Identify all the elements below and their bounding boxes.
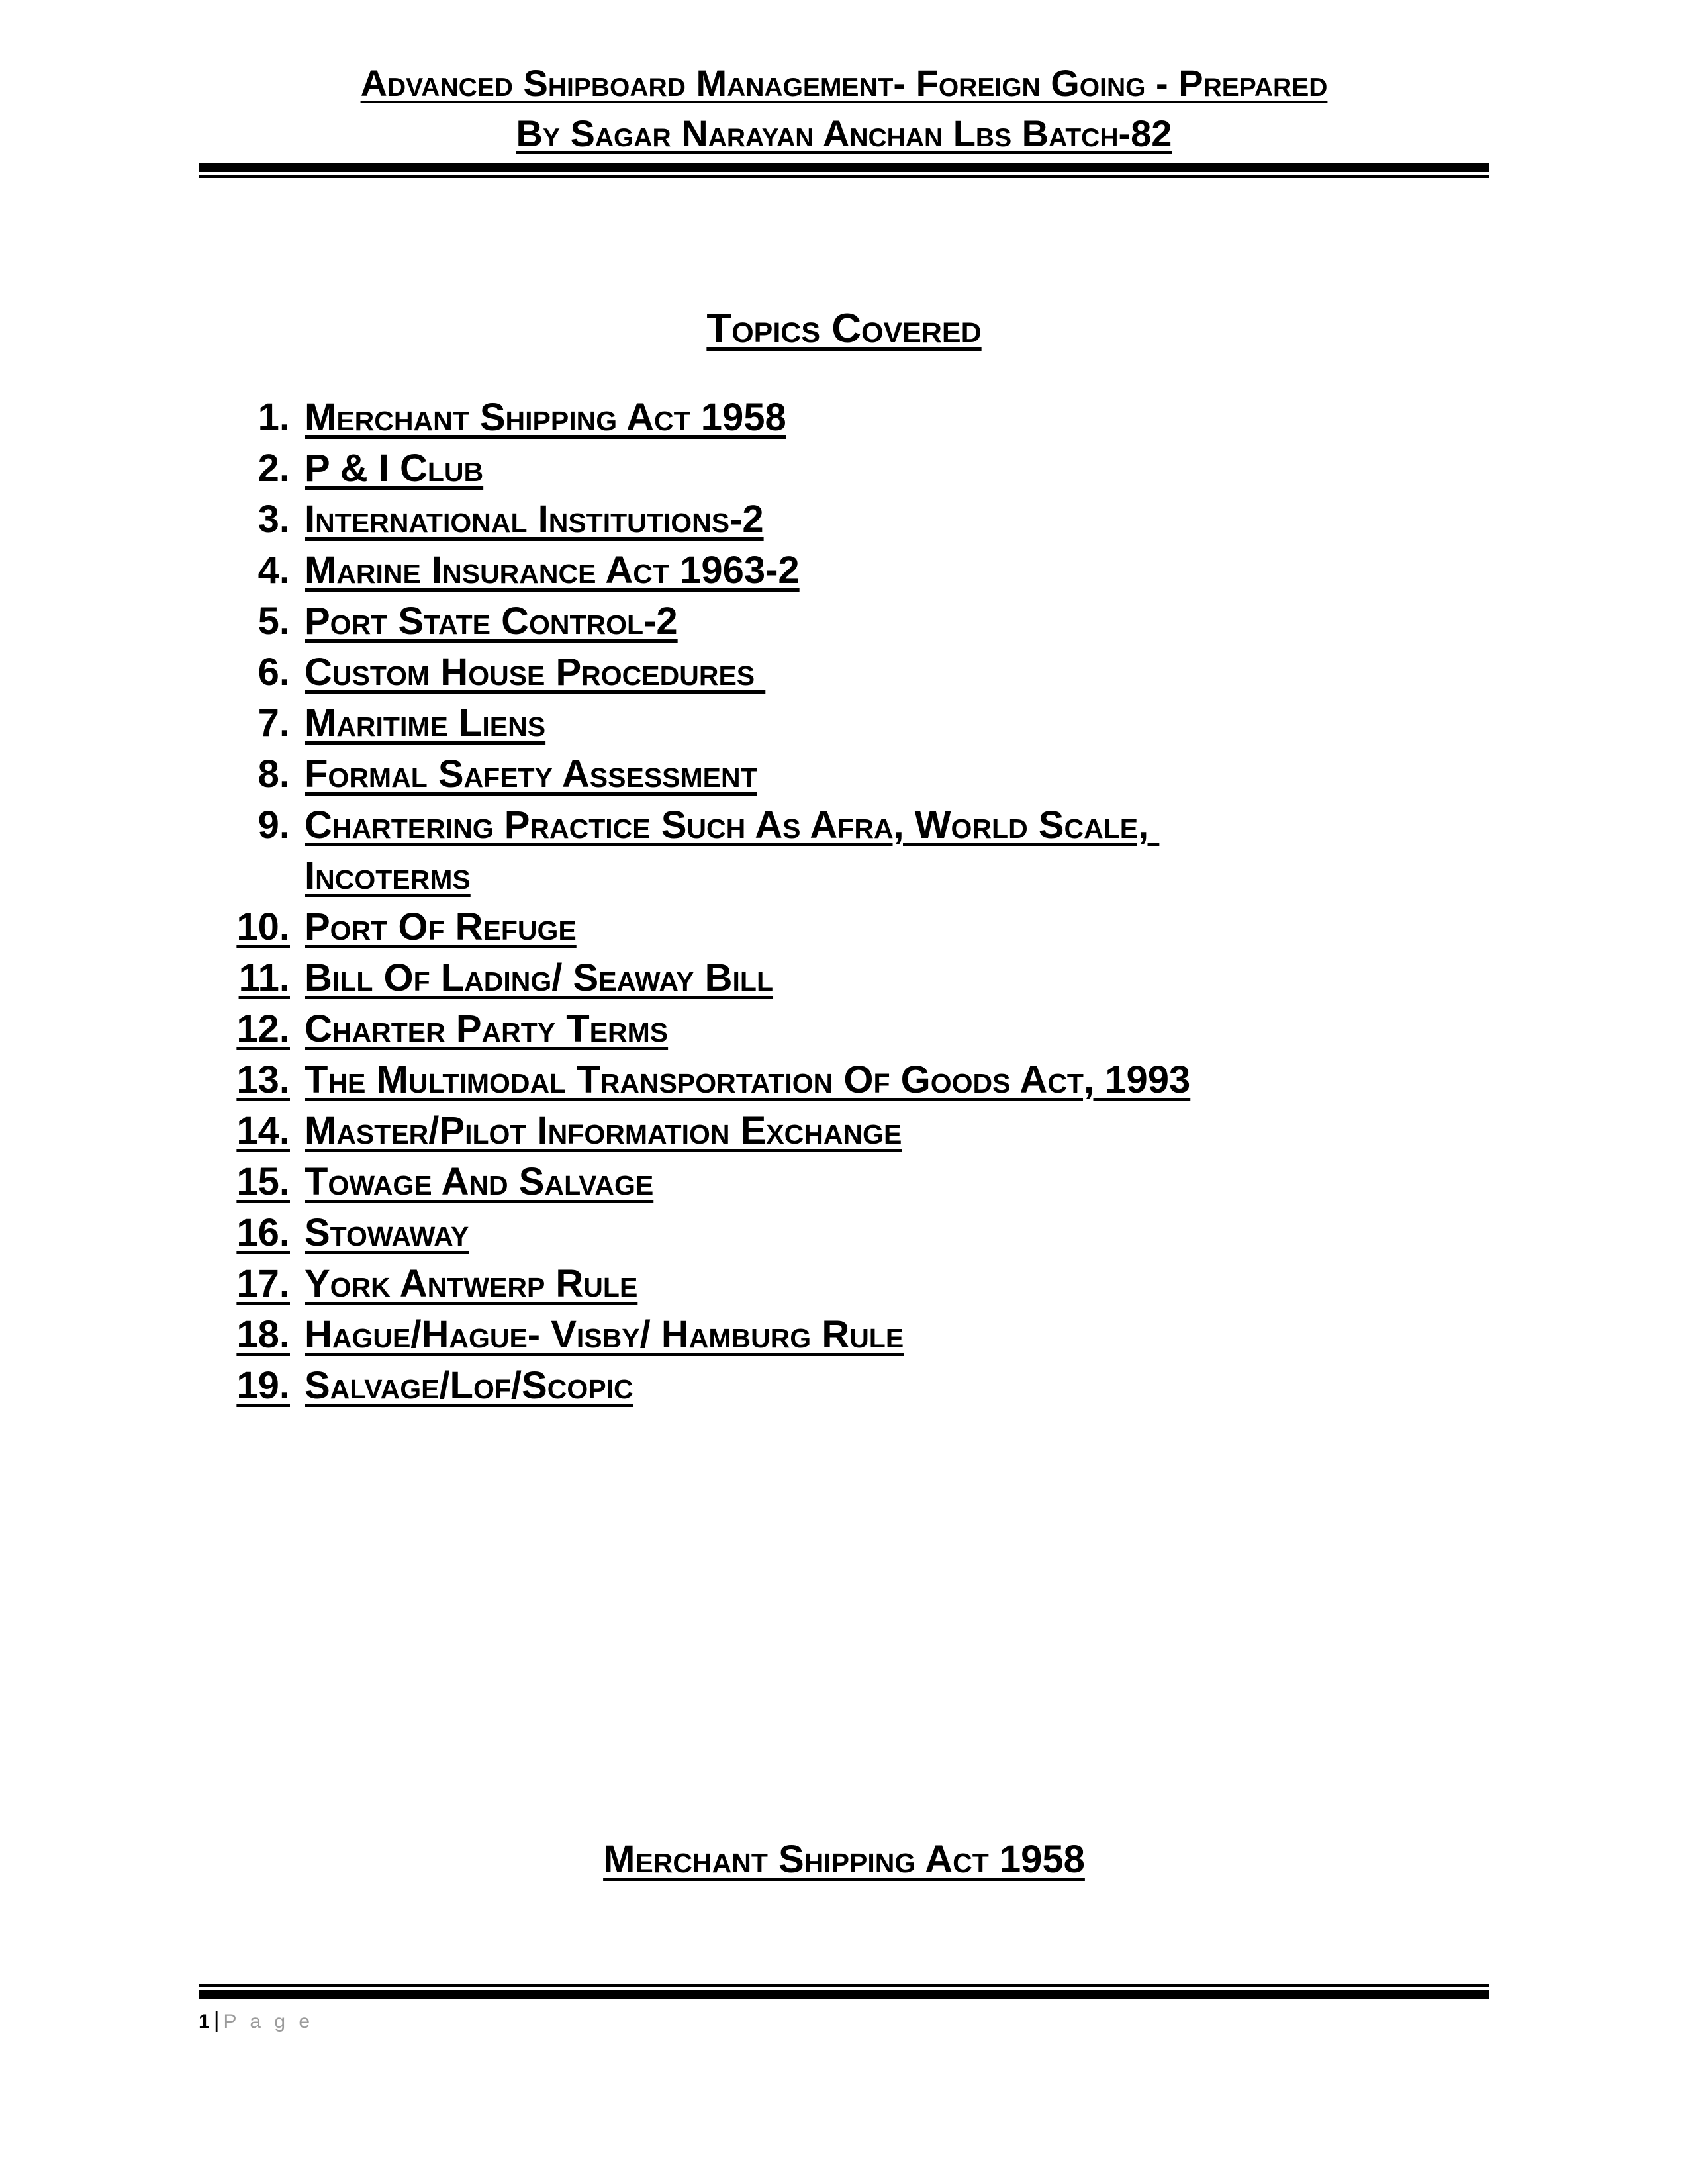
topic-item-number: 3. <box>258 498 290 541</box>
topic-item-number: 11. <box>238 956 290 999</box>
page-title-text: Topics Covered <box>706 306 982 351</box>
footer-page-word: P a g e <box>223 2011 314 2032</box>
topic-list-item: 12. Charter Party Terms <box>199 1003 1489 1054</box>
topic-item-label: P & I Club <box>305 447 484 490</box>
topic-item-number: 8. <box>258 752 290 796</box>
header-rule-thick-bar <box>199 163 1489 172</box>
topic-item-label: Port State Control-2 <box>305 600 678 643</box>
topic-list-item: 2. P & I Club <box>199 443 1489 494</box>
topic-item-label: Charter Party Terms <box>305 1007 669 1050</box>
topic-item-label: York Antwerp Rule <box>305 1262 638 1305</box>
footer-separator: | <box>213 2008 220 2033</box>
header-rule-thin-bar <box>199 175 1489 178</box>
topic-item-number: 19. <box>236 1364 290 1407</box>
footer-rule-thick-bar <box>199 1990 1489 1999</box>
topic-item-number: 17. <box>236 1262 290 1305</box>
header-divider-rule <box>199 163 1489 178</box>
topic-list-item: 1. Merchant Shipping Act 1958 <box>199 392 1489 443</box>
header-title-line-2: By Sagar Narayan Anchan Lbs Batch-82 <box>199 109 1489 159</box>
topic-item-number: 5. <box>258 600 290 643</box>
footer-divider-rule <box>199 1984 1489 1999</box>
topic-item-number: 13. <box>236 1058 290 1101</box>
topic-item-number: 12. <box>236 1007 290 1050</box>
topic-list-item: 7. Maritime Liens <box>199 698 1489 749</box>
footer-page-indicator: 1 | P a g e <box>199 2007 314 2036</box>
topic-item-label: International Institutions-2 <box>305 498 764 541</box>
page-title: Topics Covered <box>199 303 1489 355</box>
section-heading: Merchant Shipping Act 1958 <box>199 1835 1489 1885</box>
topic-item-number: 2. <box>258 447 290 490</box>
topic-item-label: The Multimodal Transportation Of Goods A… <box>305 1058 1191 1101</box>
topic-item-label: Marine Insurance Act 1963-2 <box>305 549 800 592</box>
topic-list-item: 11. Bill Of Lading/ Seaway Bill <box>199 952 1489 1003</box>
topic-item-label: Salvage/Lof/Scopic <box>305 1364 633 1407</box>
topic-list-item: 15. Towage And Salvage <box>199 1156 1489 1207</box>
topic-item-label: Custom House Procedures <box>305 651 766 694</box>
topic-list-item: 5. Port State Control-2 <box>199 596 1489 647</box>
header-title-line-1-text: Advanced Shipboard Management- Foreign G… <box>360 62 1328 104</box>
topic-item-label: Incoterms <box>305 854 471 897</box>
topic-list-item: 10. Port Of Refuge <box>199 901 1489 952</box>
footer-page-number: 1 <box>199 2011 210 2032</box>
topic-list-item: 4. Marine Insurance Act 1963-2 <box>199 545 1489 596</box>
topic-list-item: 13. The Multimodal Transportation Of Good… <box>199 1054 1489 1105</box>
topic-item-label: Bill Of Lading/ Seaway Bill <box>305 956 774 999</box>
topic-list-item: 18. Hague/Hague- Visby/ Hamburg Rule <box>199 1309 1489 1360</box>
document-page: Advanced Shipboard Management- Foreign G… <box>0 0 1688 2184</box>
section-heading-text: Merchant Shipping Act 1958 <box>603 1838 1085 1881</box>
topic-list-item-continuation: Incoterms <box>199 850 1489 901</box>
topic-item-label: Towage And Salvage <box>305 1160 654 1203</box>
topic-item-label: Stowaway <box>305 1211 469 1254</box>
topic-list-item: 14. Master/Pilot Information Exchange <box>199 1105 1489 1156</box>
topic-item-number: 7. <box>258 702 290 745</box>
document-header: Advanced Shipboard Management- Foreign G… <box>199 58 1489 159</box>
topic-item-number: 6. <box>258 651 290 694</box>
header-title-line-1: Advanced Shipboard Management- Foreign G… <box>199 58 1489 109</box>
topic-item-label: Merchant Shipping Act 1958 <box>305 396 786 439</box>
topic-list-item: 8. Formal Safety Assessment <box>199 749 1489 799</box>
topic-item-label: Master/Pilot Information Exchange <box>305 1109 902 1152</box>
topic-list-item: 9. Chartering Practice Such As Afra, Worl… <box>199 799 1489 850</box>
topic-item-number: 4. <box>258 549 290 592</box>
topic-list-item: 17. York Antwerp Rule <box>199 1258 1489 1309</box>
topic-item-number: 16. <box>236 1211 290 1254</box>
header-title-line-2-text: By Sagar Narayan Anchan Lbs Batch-82 <box>516 113 1172 154</box>
topic-item-label: Chartering Practice Such As Afra, World … <box>305 803 1160 846</box>
topic-item-label: Formal Safety Assessment <box>305 752 757 796</box>
topic-item-number: 1. <box>258 396 290 439</box>
topic-item-number: 9. <box>258 803 290 846</box>
topics-list: 1. Merchant Shipping Act 1958 2. P & I Club… <box>199 392 1489 1411</box>
topic-item-number: 10. <box>236 905 290 948</box>
topic-list-item: 3. International Institutions-2 <box>199 494 1489 545</box>
topic-item-number: 14. <box>236 1109 290 1152</box>
topic-item-label: Port Of Refuge <box>305 905 577 948</box>
topic-list-item: 19. Salvage/Lof/Scopic <box>199 1360 1489 1411</box>
topic-list-item: 16. Stowaway <box>199 1207 1489 1258</box>
topic-item-number: 15. <box>236 1160 290 1203</box>
topic-list-item: 6. Custom House Procedures <box>199 647 1489 698</box>
topic-item-number: 18. <box>236 1313 290 1356</box>
topic-item-label: Maritime Liens <box>305 702 546 745</box>
topic-item-label: Hague/Hague- Visby/ Hamburg Rule <box>305 1313 904 1356</box>
